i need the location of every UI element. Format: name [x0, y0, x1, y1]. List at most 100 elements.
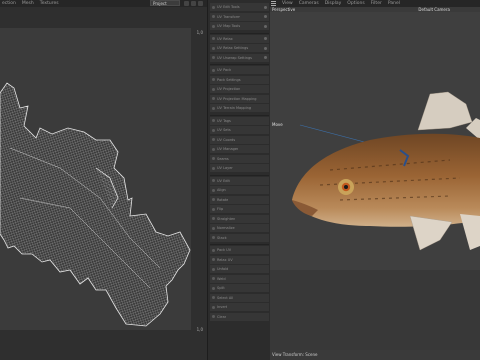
tool-item[interactable]: Stack	[210, 233, 269, 242]
tool-item[interactable]: UV Projection Mapping	[210, 94, 269, 103]
uv-editor-panel: ection Mesh Textures Project 1,0 1,0	[0, 0, 207, 360]
tool-item[interactable]: Align	[210, 186, 269, 194]
tool-item[interactable]: UV Relax	[210, 34, 269, 43]
tool-label: UV Edit Tools	[217, 5, 240, 9]
toggle-icon[interactable]	[264, 15, 267, 18]
tool-label: Pack UV	[217, 248, 232, 252]
tool-item[interactable]: UV Unwrap Settings	[210, 53, 269, 62]
menu-item-selection[interactable]: ection	[2, 1, 16, 6]
tool-item[interactable]: UV Relax Settings	[210, 44, 269, 52]
tool-icon	[212, 78, 215, 81]
panel-separator	[210, 174, 269, 176]
fish-body	[292, 133, 480, 227]
tool-icon	[212, 157, 215, 160]
dorsal-fin	[417, 91, 473, 131]
tool-item[interactable]: UV Coords	[210, 135, 269, 144]
tool-item[interactable]: UV Pack	[210, 66, 269, 74]
tool-icon	[212, 248, 215, 252]
tool-label: UV Tags	[217, 118, 231, 123]
tool-label: UV Edit	[217, 178, 230, 183]
tool-item[interactable]: Straighten	[210, 214, 269, 223]
tool-item[interactable]: Weld	[210, 274, 269, 283]
tool-label: Align	[217, 188, 226, 192]
toggle-icon[interactable]	[264, 37, 267, 40]
menu-icon[interactable]	[184, 1, 189, 6]
uv-mesh	[0, 82, 191, 327]
tool-item[interactable]: Invert	[210, 303, 269, 311]
tool-icon	[212, 207, 215, 211]
panel-separator	[210, 32, 269, 34]
tool-item[interactable]: Clear	[210, 312, 269, 321]
tool-icon	[212, 277, 215, 280]
tool-icon	[212, 87, 215, 91]
tool-item[interactable]: UV Sets	[210, 126, 269, 134]
tool-item[interactable]: UV Tags	[210, 116, 269, 125]
tool-label: Select All	[217, 295, 234, 300]
tool-label: UV Terrain Mapping	[217, 106, 252, 110]
tool-item[interactable]: UV Layer	[210, 164, 269, 172]
tool-item[interactable]: UV Transform	[210, 12, 269, 21]
tool-item[interactable]: Split	[210, 284, 269, 292]
tool-item[interactable]: UV Projection	[210, 85, 269, 93]
tool-item[interactable]: UV Manager	[210, 145, 269, 153]
tool-icon	[212, 226, 215, 230]
tool-item[interactable]: Pack UV	[210, 246, 269, 254]
panel-separator	[210, 244, 269, 245]
tool-item[interactable]: Flip	[210, 205, 269, 213]
tool-item[interactable]: Select All	[210, 293, 269, 302]
tool-label: Clear	[217, 314, 227, 319]
tool-item[interactable]: UV Edit	[210, 176, 269, 185]
tool-item[interactable]: Pack Settings	[210, 75, 269, 84]
tool-label: Normalize	[217, 226, 235, 230]
tool-label: Split	[217, 286, 225, 290]
tool-label: UV Layer	[217, 166, 233, 170]
tool-icon	[212, 128, 215, 132]
tool-item[interactable]: Normalize	[210, 224, 269, 232]
tool-icon	[212, 166, 215, 170]
fish-model[interactable]	[270, 0, 480, 360]
tool-label: Flip	[217, 207, 224, 211]
uv-tools-panel: UV Edit Tools UV Transform UV Map Tools UV …	[207, 0, 272, 360]
tool-item[interactable]: Unfold	[210, 265, 269, 273]
tool-icon	[212, 258, 215, 261]
tool-icon	[212, 296, 215, 299]
tool-label: Weld	[217, 276, 226, 281]
tool-icon	[212, 106, 215, 110]
tool-item[interactable]: UV Map Tools	[210, 22, 269, 30]
tool-icon	[212, 147, 215, 151]
tool-item[interactable]: Seams	[210, 154, 269, 163]
tool-label: UV Transform	[217, 14, 241, 19]
tool-item[interactable]: Rotate	[210, 195, 269, 204]
project-select[interactable]: Project	[150, 0, 180, 6]
tool-label: Straighten	[217, 216, 236, 221]
settings-icon[interactable]	[191, 1, 196, 6]
toggle-icon[interactable]	[264, 24, 267, 28]
tool-icon	[212, 15, 215, 18]
tool-item[interactable]: UV Terrain Mapping	[210, 104, 269, 112]
tool-label: Relax UV	[217, 257, 233, 262]
toggle-icon[interactable]	[264, 56, 267, 59]
tool-label: UV Relax	[217, 36, 233, 41]
close-icon[interactable]	[198, 1, 203, 6]
toggle-icon[interactable]	[264, 5, 267, 9]
ventral-fin	[460, 214, 480, 250]
tool-label: Stack	[217, 235, 227, 240]
tool-icon	[212, 305, 215, 309]
uv-canvas[interactable]: 1,0 1,0	[0, 28, 203, 332]
tool-icon	[212, 286, 215, 290]
tool-icon	[212, 97, 215, 100]
menu-item-textures[interactable]: Textures	[40, 1, 59, 6]
tool-item[interactable]: UV Edit Tools	[210, 3, 269, 11]
menu-item-mesh[interactable]: Mesh	[22, 1, 34, 6]
tool-icon	[212, 5, 215, 9]
tool-icon	[212, 56, 215, 59]
tool-label: Invert	[217, 305, 228, 309]
tool-label: UV Coords	[217, 137, 236, 142]
toggle-icon[interactable]	[264, 46, 267, 50]
tool-item[interactable]: Relax UV	[210, 255, 269, 264]
tool-icon	[212, 138, 215, 141]
tool-label: Seams	[217, 156, 229, 161]
tool-label: UV Pack	[217, 68, 232, 72]
uv-island	[0, 82, 191, 327]
tool-icon	[212, 217, 215, 220]
